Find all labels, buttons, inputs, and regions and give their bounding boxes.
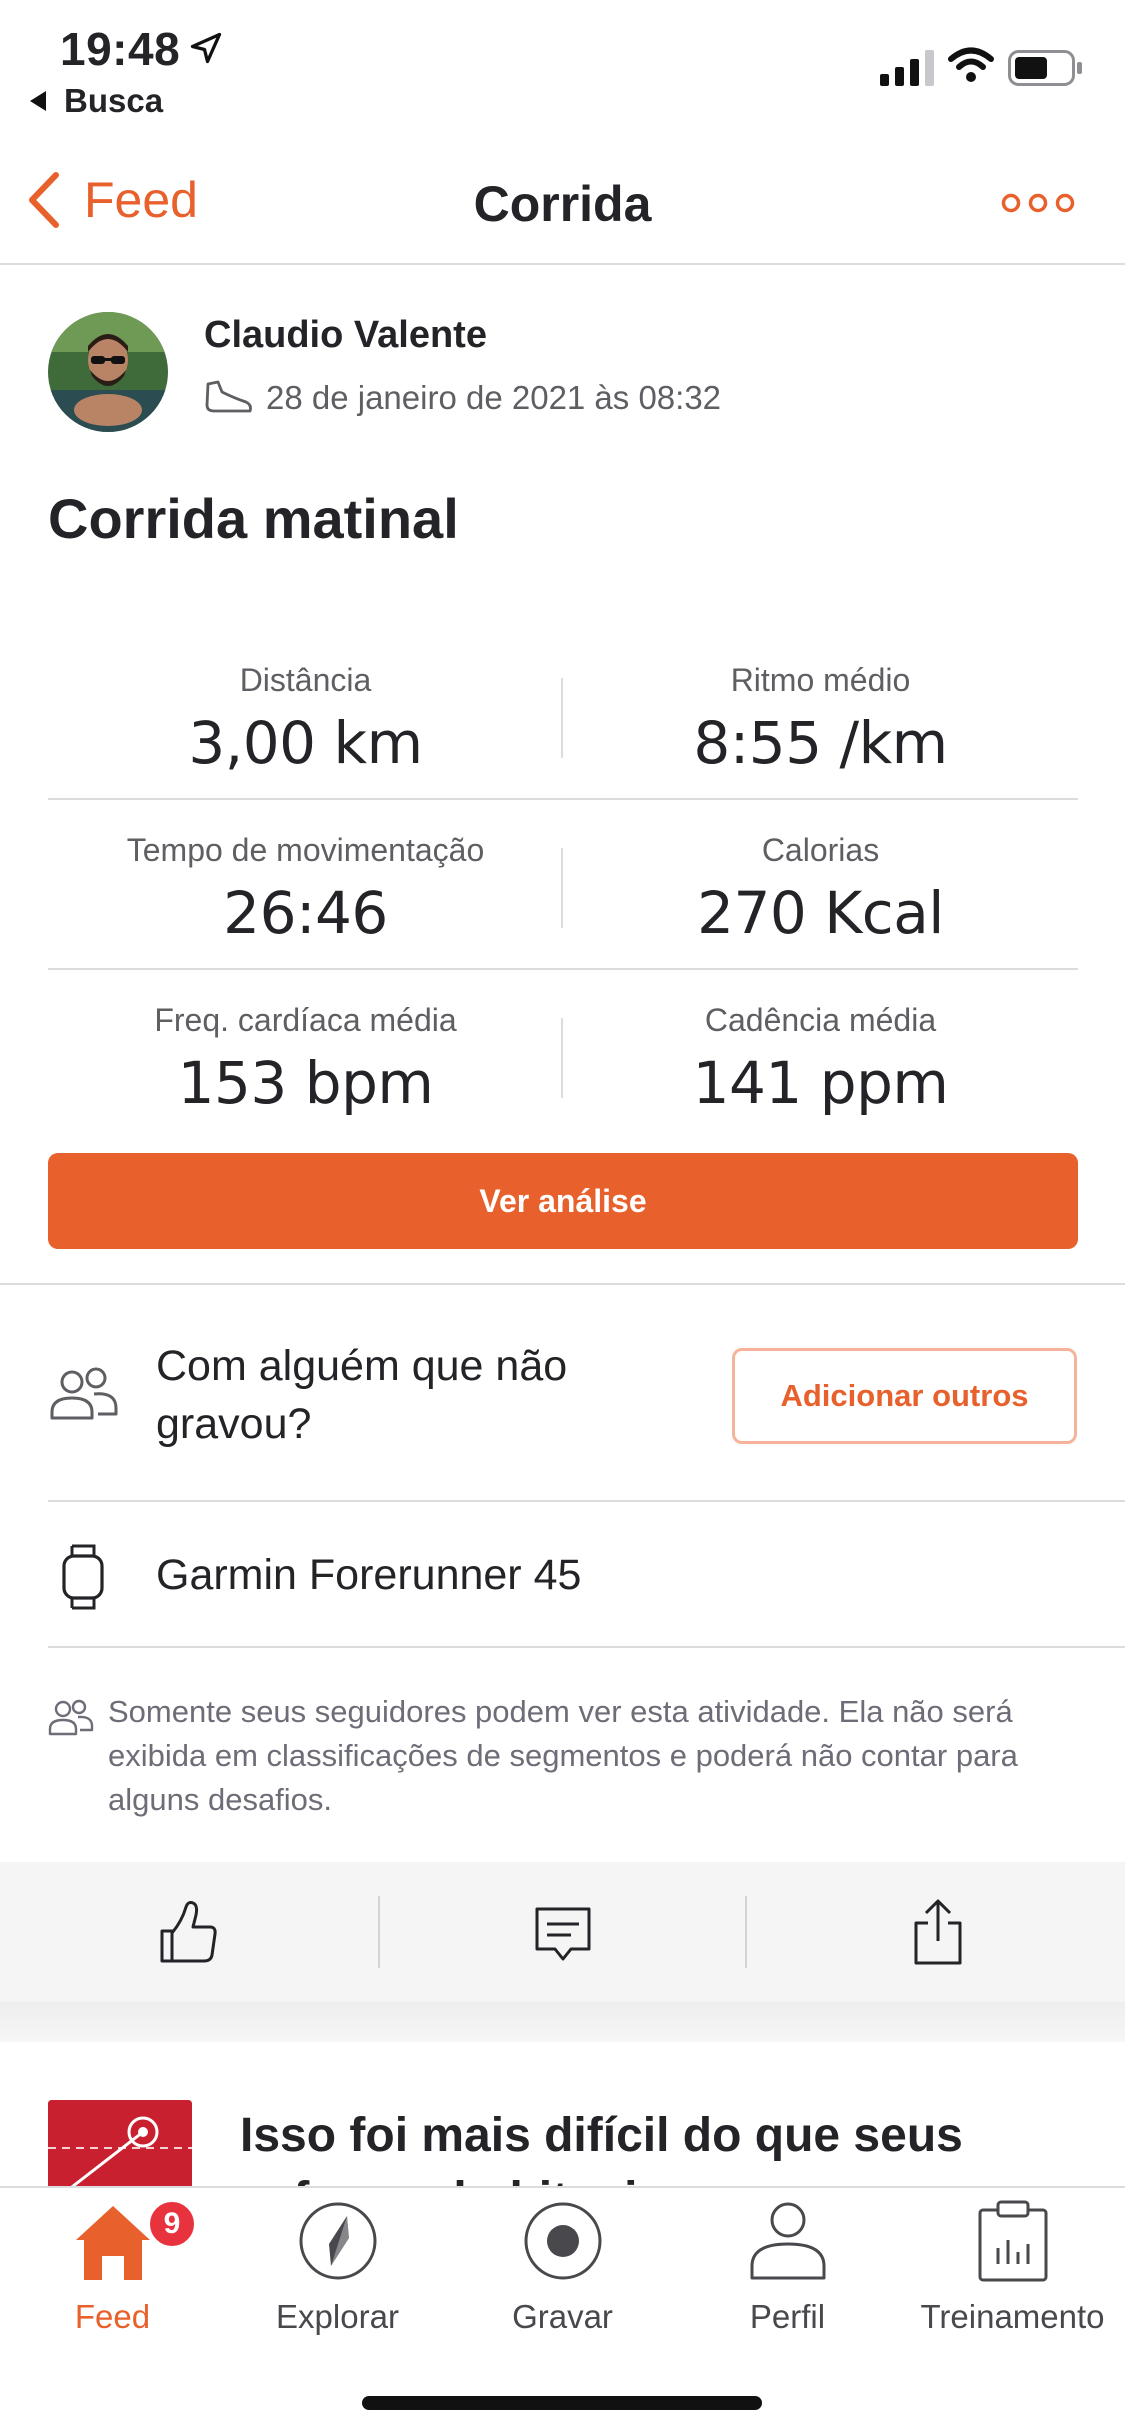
section-spacer bbox=[0, 2002, 1125, 2042]
stats-grid: Distância 3,00 km Ritmo médio 8:55 /km T… bbox=[48, 630, 1078, 1140]
section-divider bbox=[48, 1646, 1125, 1648]
stat-value: 26:46 bbox=[223, 879, 388, 947]
view-analysis-button[interactable]: Ver análise bbox=[48, 1153, 1078, 1249]
shoe-icon bbox=[205, 380, 252, 413]
back-button[interactable]: Feed bbox=[24, 171, 198, 229]
tab-label: Feed bbox=[74, 2298, 151, 2335]
stat-calories: Calorias 270 Kcal bbox=[563, 832, 1078, 947]
people-icon bbox=[50, 1367, 118, 1420]
teaser-title[interactable]: Isso foi mais difícil do que seus esforç… bbox=[240, 2104, 1080, 2190]
share-button[interactable] bbox=[750, 1862, 1125, 2002]
tab-explore[interactable]: Explorar bbox=[225, 2188, 450, 2348]
clipboard-chart-icon bbox=[978, 2200, 1048, 2282]
stat-label: Distância bbox=[239, 662, 372, 698]
thumbs-up-icon bbox=[160, 1901, 217, 1963]
device-name: Garmin Forerunner 45 bbox=[156, 1551, 582, 1599]
tab-label: Treinamento bbox=[920, 2298, 1105, 2335]
status-time: 19:48 bbox=[60, 23, 181, 75]
add-others-button[interactable]: Adicionar outros bbox=[732, 1348, 1077, 1444]
stat-label: Tempo de movimentação bbox=[126, 832, 485, 868]
tab-label: Explorar bbox=[276, 2298, 399, 2335]
avatar[interactable] bbox=[48, 312, 168, 432]
stats-row: Distância 3,00 km Ritmo médio 8:55 /km bbox=[48, 630, 1078, 800]
tab-record[interactable]: Gravar bbox=[450, 2188, 675, 2348]
notification-badge: 9 bbox=[146, 2198, 198, 2250]
stats-row: Freq. cardíaca média 153 bpm Cadência mé… bbox=[48, 970, 1078, 1140]
home-indicator[interactable] bbox=[362, 2396, 762, 2410]
comment-icon bbox=[535, 1907, 590, 1961]
activity-meta: 28 de janeiro de 2021 às 08:32 bbox=[204, 378, 721, 418]
stat-pace: Ritmo médio 8:55 /km bbox=[563, 662, 1078, 777]
chevron-left-icon bbox=[29, 172, 59, 228]
section-divider bbox=[48, 1500, 1125, 1502]
social-actions-bar bbox=[0, 1862, 1125, 2002]
status-bar: 19:48 Busca bbox=[0, 0, 1125, 135]
back-to-app-link[interactable]: Busca bbox=[30, 82, 163, 120]
home-icon bbox=[76, 2206, 150, 2280]
more-options-icon[interactable] bbox=[1000, 183, 1076, 223]
stat-label: Calorias bbox=[761, 832, 880, 868]
watch-icon bbox=[62, 1544, 104, 1610]
back-label: Feed bbox=[84, 172, 198, 228]
stat-label: Cadência média bbox=[704, 1002, 937, 1038]
share-icon bbox=[914, 1899, 961, 1965]
tab-label: Gravar bbox=[512, 2298, 613, 2335]
tab-profile[interactable]: Perfil bbox=[675, 2188, 900, 2348]
effort-graph-thumbnail[interactable] bbox=[48, 2100, 192, 2190]
record-icon bbox=[524, 2202, 602, 2280]
compass-icon bbox=[299, 2202, 377, 2280]
stat-value: 153 bpm bbox=[177, 1049, 434, 1117]
privacy-notice: Somente seus seguidores podem ver esta a… bbox=[108, 1694, 1018, 1817]
followers-only-icon bbox=[48, 1699, 94, 1736]
stat-moving-time: Tempo de movimentação 26:46 bbox=[48, 832, 563, 947]
battery-icon bbox=[1008, 50, 1082, 86]
stat-label: Freq. cardíaca média bbox=[154, 1002, 457, 1038]
section-divider bbox=[0, 1283, 1125, 1285]
stat-distance: Distância 3,00 km bbox=[48, 662, 563, 777]
action-divider bbox=[745, 1896, 747, 1968]
activity-title: Corrida matinal bbox=[48, 487, 459, 550]
comment-button[interactable] bbox=[375, 1862, 750, 2002]
navigation-bar: Feed Corrida bbox=[0, 135, 1125, 265]
tab-label: Perfil bbox=[749, 2298, 826, 2335]
stat-value: 270 Kcal bbox=[697, 879, 944, 947]
back-triangle-icon bbox=[30, 91, 46, 111]
stat-value: 8:55 /km bbox=[693, 709, 948, 777]
tab-feed[interactable]: 9 Feed bbox=[0, 2188, 225, 2348]
kudos-button[interactable] bbox=[0, 1862, 375, 2002]
stat-label: Ritmo médio bbox=[730, 662, 911, 698]
wifi-icon bbox=[948, 47, 994, 82]
location-arrow-icon bbox=[190, 32, 222, 64]
with-others-prompt: Com alguém que não gravou? bbox=[156, 1342, 568, 1448]
cellular-signal-icon bbox=[880, 50, 934, 86]
stat-value: 141 ppm bbox=[692, 1049, 949, 1117]
back-app-label: Busca bbox=[64, 82, 164, 119]
stat-cadence: Cadência média 141 ppm bbox=[563, 1002, 1078, 1117]
tab-training[interactable]: Treinamento bbox=[900, 2188, 1125, 2348]
profile-icon bbox=[750, 2202, 826, 2280]
activity-datetime: 28 de janeiro de 2021 às 08:32 bbox=[266, 379, 722, 416]
stat-heart-rate: Freq. cardíaca média 153 bpm bbox=[48, 1002, 563, 1117]
athlete-name[interactable]: Claudio Valente bbox=[204, 314, 487, 357]
stat-value: 3,00 km bbox=[188, 709, 423, 777]
stats-row: Tempo de movimentação 26:46 Calorias 270… bbox=[48, 800, 1078, 970]
